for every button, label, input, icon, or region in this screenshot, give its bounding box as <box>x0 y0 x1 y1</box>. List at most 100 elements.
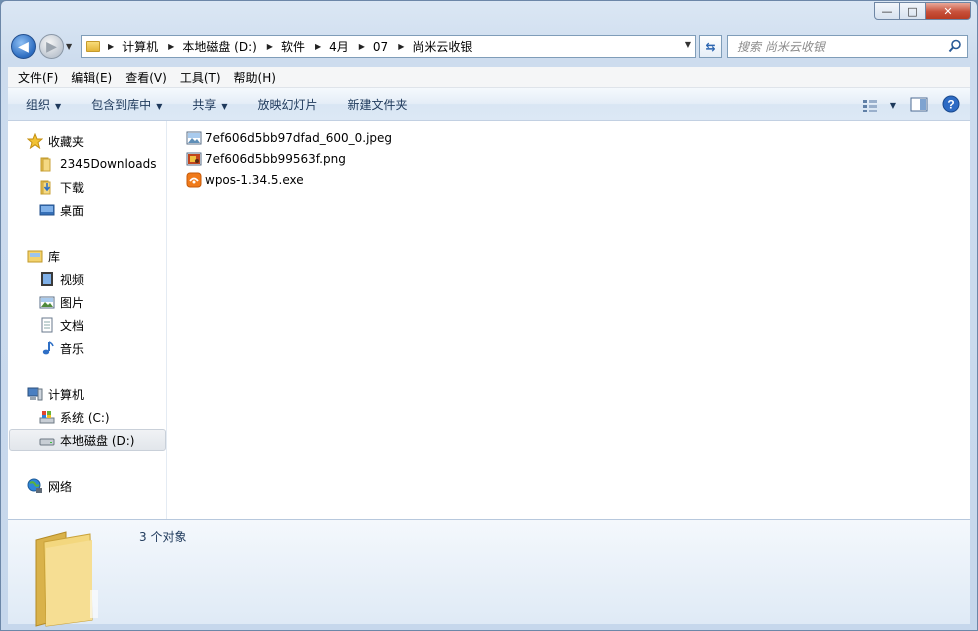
menu-view[interactable]: 查看(V) <box>125 69 167 86</box>
breadcrumb-separator-icon[interactable]: ▶ <box>359 42 365 51</box>
sidebar-item-desktop[interactable]: 桌面 <box>8 199 165 221</box>
png-image-icon <box>186 151 202 167</box>
chevron-down-icon: ▼ <box>221 101 228 111</box>
sidebar-item-label: 收藏夹 <box>48 134 85 149</box>
help-button[interactable]: ? <box>942 95 960 116</box>
menu-file[interactable]: 文件(F) <box>18 69 58 86</box>
file-list: 7ef606d5bb97dfad_600_0.jpeg 7ef606d5bb99… <box>186 127 392 190</box>
sidebar-item-computer[interactable]: 计算机 <box>8 383 165 405</box>
network-icon <box>27 478 43 494</box>
command-bar: 组织 ▼ 包含到库中 ▼ 共享 ▼ 放映幻灯片 新建文件夹 ▼ ? <box>8 88 970 121</box>
refresh-button[interactable]: ⇆ <box>699 35 722 58</box>
music-icon <box>39 340 55 356</box>
sidebar-item-pictures[interactable]: 图片 <box>8 291 165 313</box>
address-bar[interactable]: ▶ 计算机 ▶ 本地磁盘 (D:) ▶ 软件 ▶ 4月 ▶ 07 ▶ 尚米云收银… <box>81 35 696 58</box>
sidebar-item-label: 系统 (C:) <box>60 410 110 425</box>
sidebar-item-videos[interactable]: 视频 <box>8 268 165 290</box>
breadcrumb-separator-icon[interactable]: ▶ <box>108 42 114 51</box>
breadcrumb-separator-icon[interactable]: ▶ <box>168 42 174 51</box>
sidebar-item-downloads[interactable]: 下载 <box>8 176 165 198</box>
details-pane: 3 个对象 <box>8 519 970 627</box>
preview-pane-icon <box>910 97 928 111</box>
menu-bar: 文件(F) 编辑(E) 查看(V) 工具(T) 帮助(H) <box>8 67 970 88</box>
navigation-pane: 收藏夹 2345Downloads 下载 桌面 库 视频 图片 文档 音乐 计算… <box>8 121 167 519</box>
item-count: 3 个对象 <box>139 530 187 544</box>
include-in-library-button[interactable]: 包含到库中 ▼ <box>91 96 162 113</box>
new-folder-button[interactable]: 新建文件夹 <box>348 96 408 113</box>
new-folder-label: 新建文件夹 <box>347 97 408 112</box>
search-placeholder: 搜索 尚米云收银 <box>737 40 825 54</box>
breadcrumb-item[interactable]: 本地磁盘 (D:) <box>182 38 256 55</box>
maximize-button[interactable]: □ <box>900 2 926 20</box>
search-icon[interactable] <box>948 39 962 53</box>
chevron-down-icon: ▼ <box>55 101 62 111</box>
breadcrumb-separator-icon[interactable]: ▶ <box>398 42 404 51</box>
chevron-down-icon: ▼ <box>156 101 163 111</box>
breadcrumb: ▶ 计算机 ▶ 本地磁盘 (D:) ▶ 软件 ▶ 4月 ▶ 07 ▶ 尚米云收银 <box>108 38 482 55</box>
explorer-window: — □ ✕ ◀ ▶ ▼ ▶ 计算机 ▶ 本地磁盘 (D:) ▶ 软件 ▶ 4月 … <box>0 0 978 631</box>
sidebar-item-local-disk-d[interactable]: 本地磁盘 (D:) <box>9 429 166 451</box>
organize-button[interactable]: 组织 ▼ <box>26 96 61 113</box>
breadcrumb-item[interactable]: 4月 <box>329 38 349 55</box>
include-in-library-label: 包含到库中 <box>91 97 152 112</box>
menu-help[interactable]: 帮助(H) <box>234 69 276 86</box>
sidebar-item-network[interactable]: 网络 <box>8 475 165 497</box>
system-drive-icon <box>39 409 55 425</box>
folder-icon <box>39 156 55 172</box>
slideshow-button[interactable]: 放映幻灯片 <box>258 96 318 113</box>
folder-icon <box>86 41 100 52</box>
video-icon <box>39 271 55 287</box>
file-item-exe[interactable]: wpos-1.34.5.exe <box>186 169 392 190</box>
view-controls: ▼ ? <box>848 95 960 116</box>
content-area: 收藏夹 2345Downloads 下载 桌面 库 视频 图片 文档 音乐 计算… <box>8 121 970 519</box>
sidebar-item-music[interactable]: 音乐 <box>8 337 165 359</box>
breadcrumb-item[interactable]: 07 <box>373 40 388 54</box>
file-name: wpos-1.34.5.exe <box>205 172 304 187</box>
breadcrumb-item[interactable]: 尚米云收银 <box>412 38 472 55</box>
change-view-button[interactable]: ▼ <box>862 99 896 113</box>
file-item-png[interactable]: 7ef606d5bb99563f.png <box>186 148 392 169</box>
sidebar-item-label: 桌面 <box>60 203 85 218</box>
back-arrow-icon: ◀ <box>18 38 29 55</box>
refresh-icon: ⇆ <box>705 39 716 54</box>
sidebar-item-2345downloads[interactable]: 2345Downloads <box>8 153 165 175</box>
organize-label: 组织 <box>26 97 51 112</box>
star-icon <box>27 133 43 149</box>
minimize-button[interactable]: — <box>874 2 900 20</box>
picture-icon <box>39 294 55 310</box>
menu-tools[interactable]: 工具(T) <box>180 69 221 86</box>
close-button[interactable]: ✕ <box>926 2 971 20</box>
sidebar-item-documents[interactable]: 文档 <box>8 314 165 336</box>
sidebar-item-label: 计算机 <box>48 387 85 402</box>
chevron-down-icon[interactable]: ▼ <box>890 101 896 110</box>
file-name: 7ef606d5bb99563f.png <box>205 151 346 166</box>
title-bar: — □ ✕ <box>1 1 977 29</box>
computer-icon <box>27 386 43 402</box>
share-button[interactable]: 共享 ▼ <box>192 96 227 113</box>
back-button[interactable]: ◀ <box>11 34 36 59</box>
desktop-icon <box>39 202 55 218</box>
slideshow-label: 放映幻灯片 <box>257 97 318 112</box>
breadcrumb-separator-icon[interactable]: ▶ <box>315 42 321 51</box>
document-icon <box>39 317 55 333</box>
address-history-chevron-down-icon[interactable]: ▼ <box>685 40 691 49</box>
sidebar-item-libraries[interactable]: 库 <box>8 245 165 267</box>
sidebar-item-label: 网络 <box>48 479 73 494</box>
navigation-row: ◀ ▶ ▼ ▶ 计算机 ▶ 本地磁盘 (D:) ▶ 软件 ▶ 4月 ▶ 07 ▶… <box>1 31 977 63</box>
view-options-icon <box>862 99 877 112</box>
jpeg-image-icon <box>186 130 202 146</box>
forward-button[interactable]: ▶ <box>39 34 64 59</box>
breadcrumb-item[interactable]: 软件 <box>281 38 305 55</box>
breadcrumb-item[interactable]: 计算机 <box>122 38 158 55</box>
preview-pane-button[interactable] <box>910 97 928 115</box>
file-item-jpeg[interactable]: 7ef606d5bb97dfad_600_0.jpeg <box>186 127 392 148</box>
window-controls: — □ ✕ <box>874 2 971 20</box>
search-input[interactable]: 搜索 尚米云收银 <box>727 35 968 58</box>
menu-edit[interactable]: 编辑(E) <box>71 69 112 86</box>
sidebar-item-label: 文档 <box>60 318 85 333</box>
library-icon <box>27 248 43 264</box>
sidebar-item-favorites[interactable]: 收藏夹 <box>8 130 165 152</box>
recent-pages-chevron-down-icon[interactable]: ▼ <box>66 42 72 51</box>
sidebar-item-system-c[interactable]: 系统 (C:) <box>8 406 165 428</box>
breadcrumb-separator-icon[interactable]: ▶ <box>267 42 273 51</box>
